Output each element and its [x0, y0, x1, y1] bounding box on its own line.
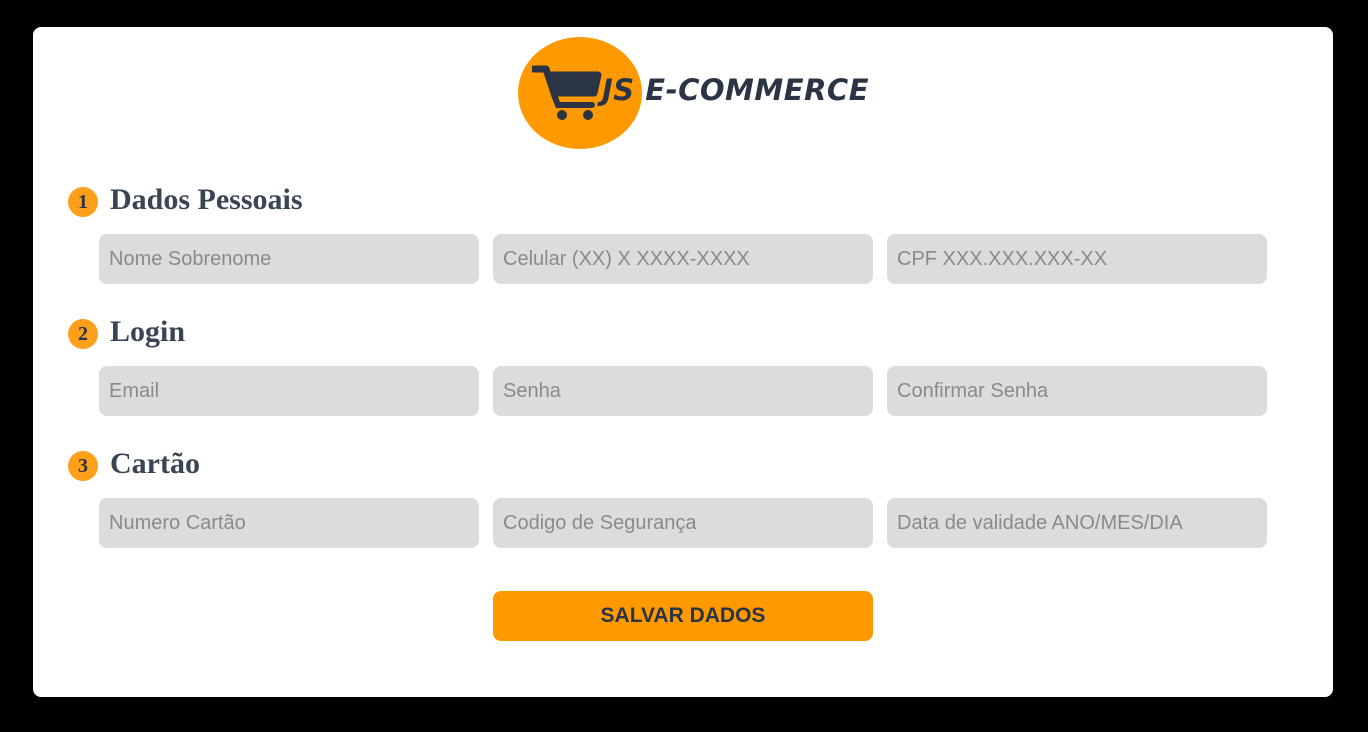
- email-field[interactable]: [99, 366, 479, 416]
- step-number: 3: [68, 451, 98, 481]
- name-field[interactable]: [99, 234, 479, 284]
- section-personal-data: 1 Dados Pessoais: [68, 183, 303, 217]
- step-number: 1: [68, 187, 98, 217]
- password-field[interactable]: [493, 366, 873, 416]
- phone-field[interactable]: [493, 234, 873, 284]
- cpf-field[interactable]: [887, 234, 1267, 284]
- shopping-cart-icon: [532, 65, 602, 120]
- step-number: 2: [68, 319, 98, 349]
- card-number-field[interactable]: [99, 498, 479, 548]
- section-title: Dados Pessoais: [110, 183, 303, 216]
- save-button[interactable]: SALVAR DADOS: [493, 591, 873, 641]
- section-title: Login: [110, 315, 186, 348]
- section-card: 3 Cartão: [68, 447, 200, 481]
- brand-logo: JS E-COMMERCE: [518, 37, 869, 149]
- form-card: JS E-COMMERCE 1 Dados Pessoais 2 Login 3…: [33, 27, 1333, 697]
- section-login: 2 Login: [68, 315, 185, 349]
- section-title: Cartão: [110, 447, 200, 480]
- expiry-date-field[interactable]: [887, 498, 1267, 548]
- security-code-field[interactable]: [493, 498, 873, 548]
- brand-name: JS E-COMMERCE: [602, 73, 870, 107]
- confirm-password-field[interactable]: [887, 366, 1267, 416]
